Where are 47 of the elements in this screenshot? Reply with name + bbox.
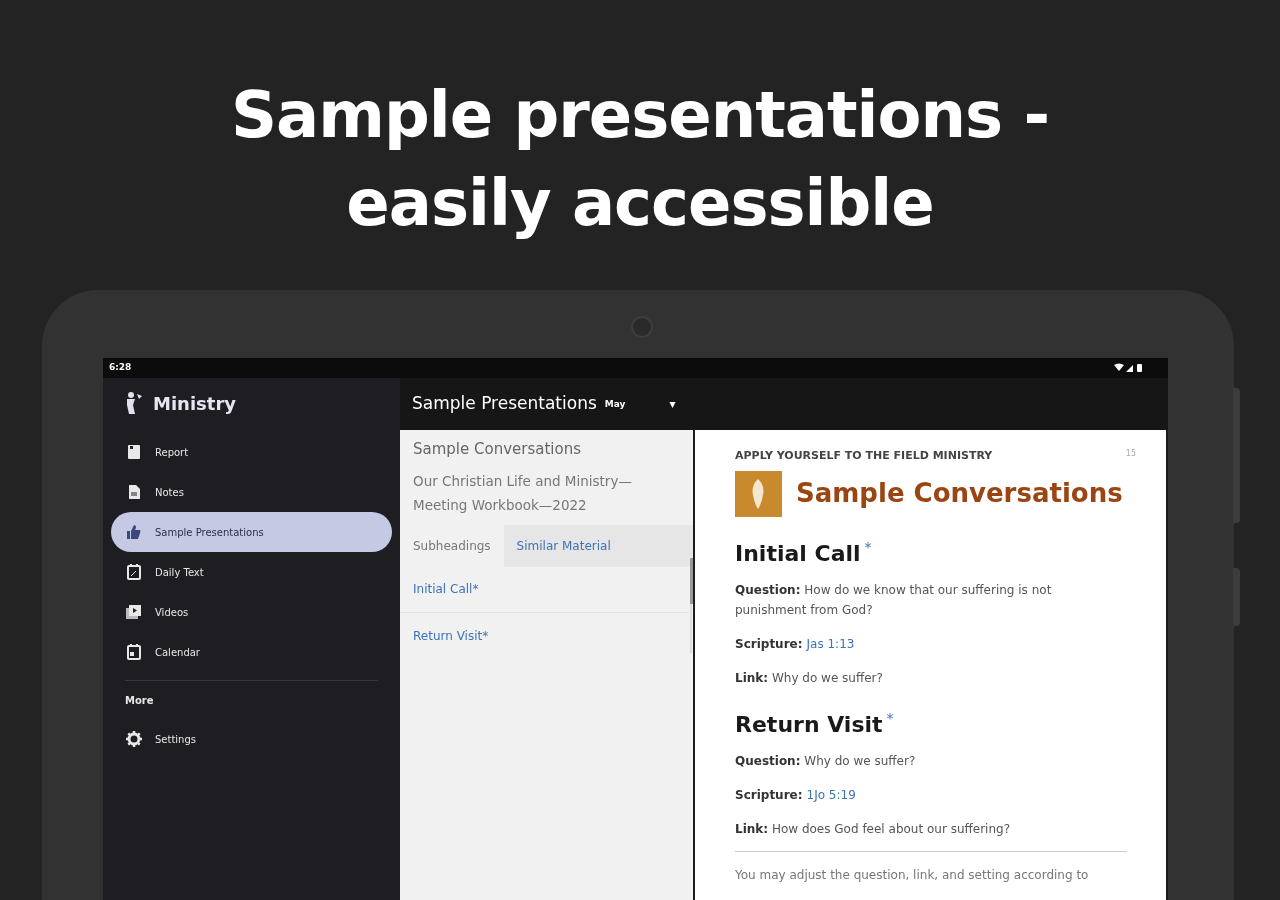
source-line: Meeting Workbook—2022	[413, 495, 588, 515]
sidebar-item[interactable]: Videos	[111, 592, 392, 632]
status-icons	[1114, 363, 1144, 373]
sidebar-item[interactable]: Notes	[111, 472, 392, 512]
article-kicker: APPLY YOURSELF TO THE FIELD MINISTRY	[735, 448, 993, 464]
field-text: Question: Why do we suffer?	[735, 752, 917, 770]
headline: Sample presentations -	[231, 77, 1049, 154]
section-heading: Return Visit	[735, 710, 883, 739]
sidebar-item[interactable]: Settings	[111, 719, 392, 759]
sidebar-item[interactable]: Calendar	[111, 632, 392, 672]
field-text: Link: How does God feel about our suffering?	[735, 820, 1012, 838]
field-text: Question: How do we know that our suffering is not punishment from God?	[735, 581, 1053, 619]
toolbar-title: Sample Presentations	[412, 392, 597, 416]
dropdown-button[interactable]: ▾	[669, 395, 676, 413]
month-label: May	[604, 398, 626, 412]
sidebar-item[interactable]: Sample Presentations	[111, 512, 392, 552]
section-header: More	[124, 693, 155, 708]
video-icon	[125, 603, 143, 621]
calendar-icon	[125, 643, 143, 661]
panel-title: Sample Conversations	[412, 439, 582, 460]
section-heading: Initial Call	[735, 539, 861, 568]
field-label: Scripture:	[735, 635, 803, 653]
scripture-link[interactable]: Jas 1:13	[806, 633, 855, 654]
status-time: 6:28	[109, 361, 132, 375]
report-icon	[125, 443, 143, 461]
field-label: Scripture:	[735, 786, 803, 804]
scrollbar	[690, 558, 693, 604]
tab[interactable]: Similar Material	[503, 524, 624, 567]
settings-icon	[125, 730, 143, 748]
tab[interactable]: Subheadings	[400, 524, 504, 567]
page-number: 15	[1125, 448, 1136, 460]
logo-icon	[125, 391, 145, 415]
headline: easily accessible	[346, 165, 934, 242]
footnote-mark[interactable]: *	[864, 536, 872, 558]
app-name: Ministry	[153, 391, 236, 416]
field-text: Link: Why do we suffer?	[735, 669, 884, 687]
footnote-mark[interactable]: *	[886, 707, 894, 729]
article-title: Sample Conversations	[796, 477, 1123, 510]
sidebar-item[interactable]: Report	[111, 432, 392, 472]
calendar-icon	[125, 563, 143, 581]
list-item[interactable]: Initial Call*	[400, 566, 689, 613]
sidebar-item[interactable]: Daily Text	[111, 552, 392, 592]
note-text: You may adjust the question, link, and setting according to	[735, 866, 1090, 884]
scripture-link[interactable]: 1Jo 5:19	[806, 784, 856, 805]
thumbs-up-icon	[125, 523, 143, 541]
list-item[interactable]: Return Visit*	[400, 612, 689, 659]
source-line: Our Christian Life and Ministry—	[413, 471, 633, 491]
